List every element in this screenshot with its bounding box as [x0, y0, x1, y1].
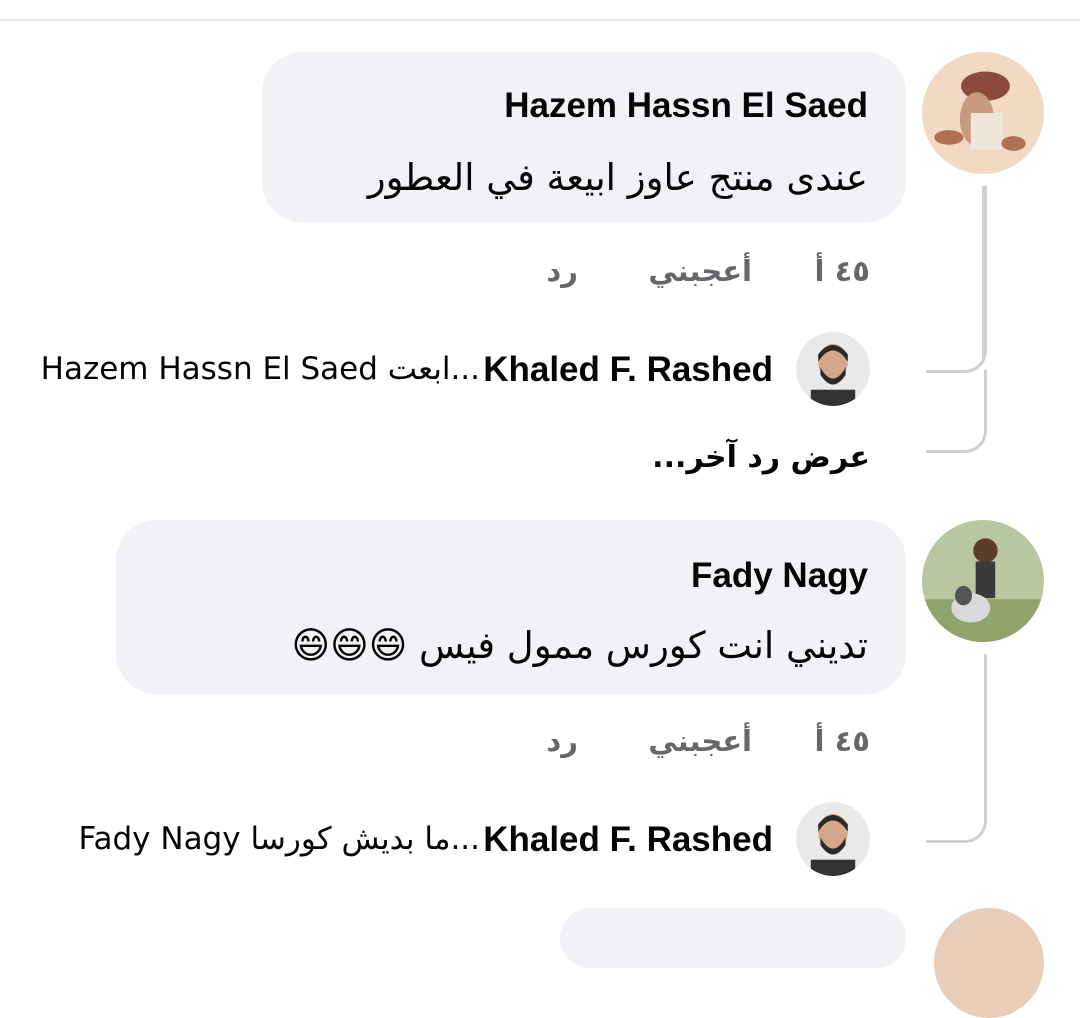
comment-author[interactable]: Fady Nagy [691, 556, 868, 596]
comment-time[interactable]: ٤٥ أ [815, 724, 870, 758]
reply-snippet[interactable]: Hazem Hassn El Saed ابعت... [41, 351, 480, 387]
comment-bubble[interactable]: Hazem Hassn El Saed عندى منتج عاوز ابيعة… [262, 52, 906, 222]
like-button[interactable]: أعجبني [648, 254, 752, 288]
comment-bubble[interactable]: Fady Nagy تديني انت كورس ممول فيس 😄😄😄 [116, 520, 906, 694]
reply-connector [926, 186, 987, 373]
avatar-image-icon [796, 332, 870, 406]
avatar-image-icon [922, 52, 1044, 174]
comment-text: تديني انت كورس ممول فيس 😄😄😄 [291, 624, 868, 667]
comment-time[interactable]: ٤٥ أ [815, 254, 870, 288]
avatar-image-icon [796, 802, 870, 876]
like-button[interactable]: أعجبني [648, 724, 752, 758]
reply-button[interactable]: رد [546, 724, 578, 758]
comment-bubble[interactable] [560, 908, 906, 968]
reply-connector [926, 370, 987, 453]
reply-avatar[interactable] [796, 332, 870, 406]
reply-author[interactable]: Khaled F. Rashed [483, 350, 773, 390]
commenter-avatar[interactable] [922, 52, 1044, 174]
top-divider [0, 19, 1080, 21]
view-more-replies-link[interactable]: عرض رد آخر... [652, 440, 870, 475]
reply-author[interactable]: Khaled F. Rashed [483, 820, 773, 860]
reply-button[interactable]: رد [546, 254, 578, 288]
commenter-avatar[interactable] [922, 520, 1044, 642]
reply-avatar[interactable] [796, 802, 870, 876]
reply-connector [926, 654, 987, 843]
comment-author[interactable]: Hazem Hassn El Saed [504, 86, 868, 126]
comment-text: عندى منتج عاوز ابيعة في العطور [367, 156, 868, 199]
avatar-image-icon [922, 520, 1044, 642]
reply-snippet[interactable]: Fady Nagy ما بديش كورسا... [79, 821, 480, 857]
